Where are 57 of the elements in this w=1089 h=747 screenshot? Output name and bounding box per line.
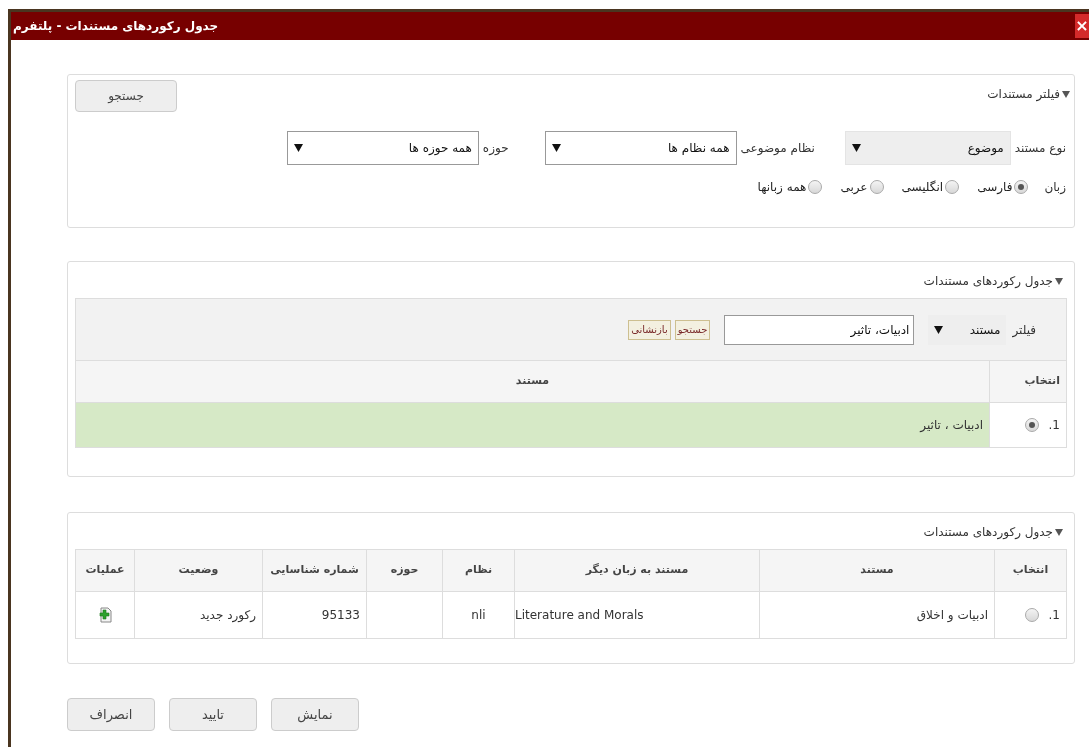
- radio-label: فارسی: [977, 179, 1013, 196]
- dropdown[interactable]: موضوع: [844, 131, 1011, 165]
- field-label: زبان: [1044, 179, 1066, 196]
- table-cell-text: Literature and Morals: [515, 607, 644, 624]
- add-document-icon[interactable]: [97, 606, 113, 624]
- collapse-toggle-icon[interactable]: [1055, 528, 1063, 536]
- collapse-toggle-icon[interactable]: [1062, 90, 1070, 98]
- panel-title: جدول رکوردهای مستندات: [923, 273, 1053, 290]
- reset-button[interactable]: بازنشانی: [628, 319, 671, 340]
- column-header: مستند به زبان دیگر: [585, 562, 689, 579]
- search-button[interactable]: جستجو: [674, 319, 711, 340]
- dialog-button[interactable]: انصراف: [67, 698, 155, 731]
- radio-button[interactable]: [1024, 608, 1039, 622]
- column-header: مستند: [515, 373, 550, 390]
- close-button[interactable]: ×: [1075, 14, 1089, 38]
- dialog-button[interactable]: تایید: [169, 698, 257, 731]
- search-field[interactable]: ادبیات، تاثیر: [724, 314, 915, 345]
- caret-icon: [551, 144, 561, 152]
- window-title: جدول رکوردهای مستندات - پلتفرم: [12, 18, 219, 35]
- field-label: نوع مستند: [1014, 140, 1066, 157]
- dropdown[interactable]: همه حوزه ها: [286, 131, 479, 165]
- row-number: 1.: [1048, 417, 1060, 434]
- column-header: انتخاب: [1012, 562, 1049, 579]
- panel-title: فیلتر مستندات: [987, 86, 1060, 103]
- radio-button[interactable]: [1014, 180, 1029, 194]
- panel-title: جدول رکوردهای مستندات: [923, 524, 1053, 541]
- column-header: عملیات: [85, 562, 125, 579]
- radio-button[interactable]: [945, 180, 960, 194]
- column-header: انتخاب: [1024, 373, 1060, 390]
- field-label: حوزه: [482, 140, 509, 157]
- dropdown[interactable]: مستند: [928, 314, 1007, 345]
- column-header: وضعیت: [178, 562, 219, 579]
- radio-button[interactable]: [808, 180, 823, 194]
- row-number: 1.: [1048, 607, 1060, 624]
- dropdown[interactable]: همه نظام ها: [544, 131, 737, 165]
- caret-icon: [293, 144, 303, 152]
- field-label: فیلتر: [1012, 321, 1036, 339]
- column-header: حوزه: [390, 562, 419, 579]
- radio-button[interactable]: [869, 180, 884, 194]
- radio-label: عربی: [840, 179, 868, 196]
- table-cell-text: 95133: [321, 607, 360, 624]
- collapse-toggle-icon[interactable]: [1055, 277, 1063, 285]
- table-cell-text: رکورد جدید: [200, 607, 256, 624]
- caret-icon: [934, 325, 944, 334]
- caret-icon: [851, 144, 861, 152]
- table-cell-text: nli: [471, 607, 486, 624]
- table-cell-text: ادبیات و اخلاق: [916, 607, 988, 624]
- radio-label: انگلیسی: [901, 179, 944, 196]
- radio-button[interactable]: [1024, 418, 1039, 432]
- field-label: نظام موضوعی: [740, 140, 815, 157]
- search-button[interactable]: جستجو: [75, 80, 177, 112]
- table-cell: ادبیات ، تاثیر: [76, 403, 989, 447]
- column-header: مستند: [860, 562, 894, 579]
- column-header: شماره شناسایی: [270, 562, 359, 579]
- dialog-button[interactable]: نمایش: [271, 698, 359, 731]
- column-header: نظام: [465, 562, 493, 579]
- radio-label: همه زبانها: [757, 179, 807, 196]
